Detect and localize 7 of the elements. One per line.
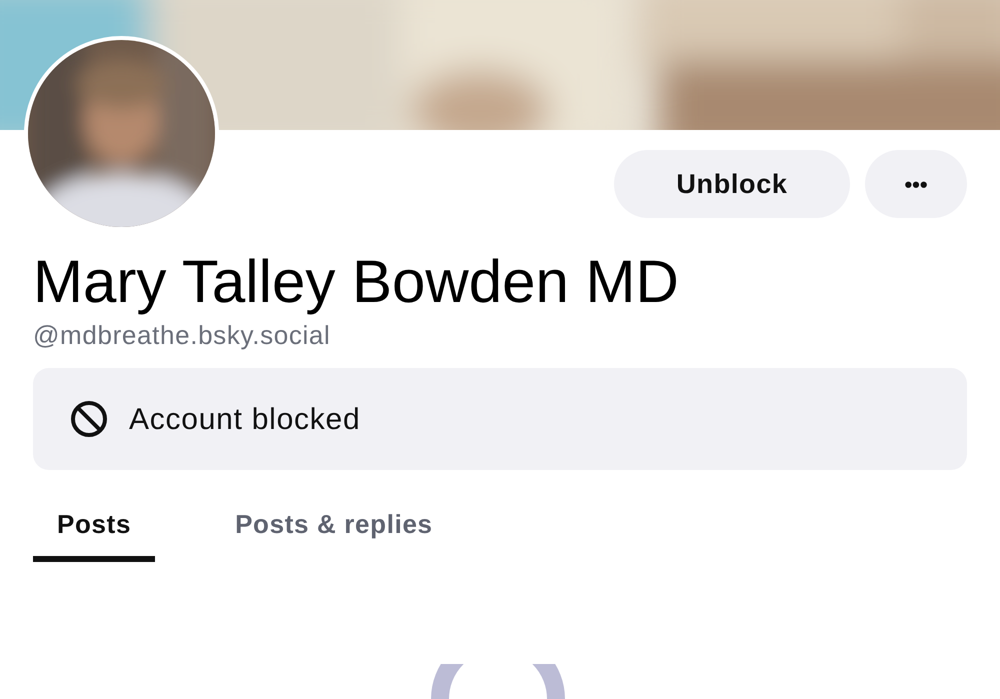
profile-tab[interactable]: Posts & replies <box>211 492 457 562</box>
profile-handle: @mdbreathe.bsky.social <box>33 319 332 352</box>
profile-name: Mary Talley Bowden MD <box>33 247 680 317</box>
profile-tab[interactable]: Posts <box>33 492 156 562</box>
unblock-button[interactable]: Unblock <box>614 150 850 218</box>
notice-text: Account blocked <box>129 402 360 438</box>
more-button[interactable]: ••• <box>865 150 967 218</box>
